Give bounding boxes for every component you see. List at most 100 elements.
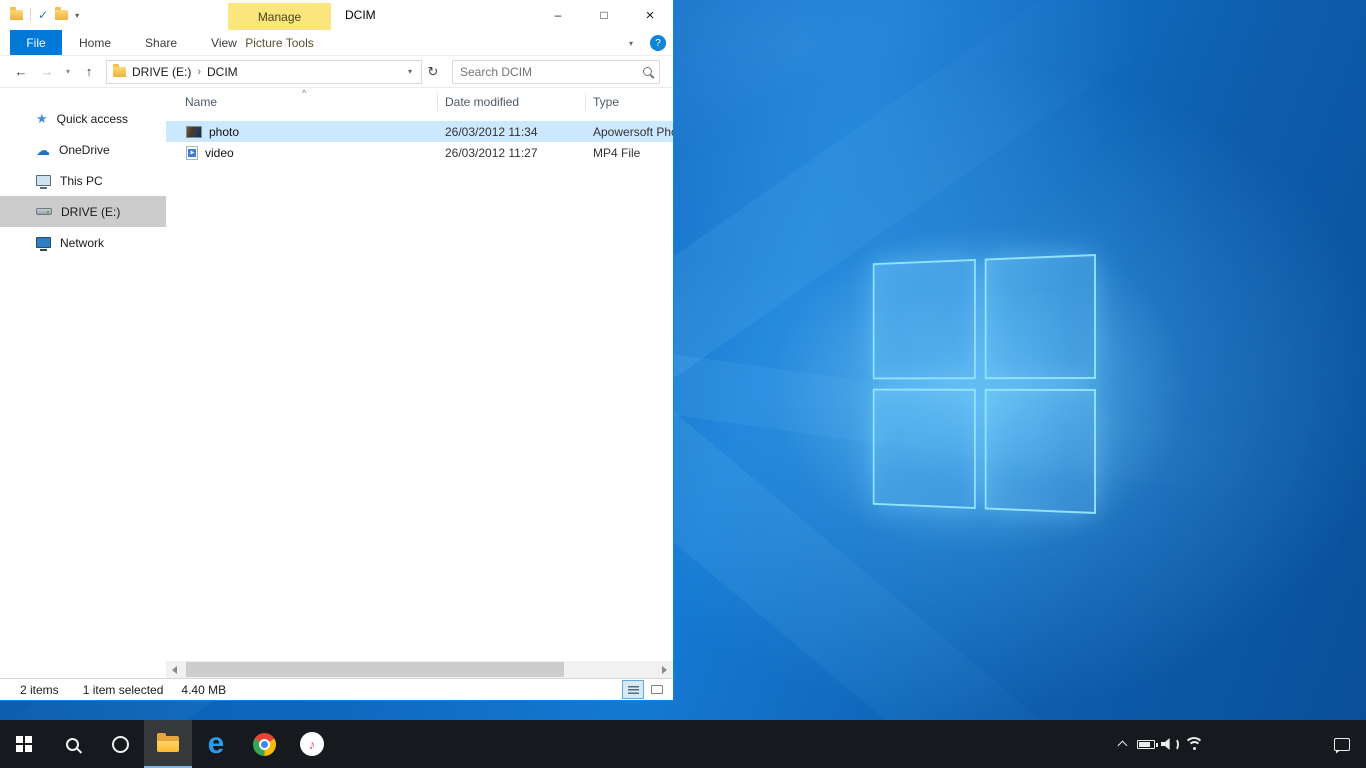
status-bar: 2 items 1 item selected 4.40 MB: [0, 678, 673, 700]
column-header-date-modified[interactable]: Date modified: [437, 95, 585, 109]
pc-icon: [36, 175, 51, 186]
video-file-icon: [186, 146, 198, 160]
date-cell: 26/03/2012 11:27: [437, 146, 585, 160]
star-icon: ★: [36, 112, 48, 125]
window-controls: – □ ×: [535, 0, 673, 30]
column-divider[interactable]: [437, 93, 438, 111]
scrollbar-spacer: [0, 661, 166, 678]
properties-icon[interactable]: ✓: [38, 9, 48, 21]
search-box: [452, 60, 660, 84]
qat-divider: [30, 8, 31, 22]
taskbar-search-button[interactable]: [48, 720, 96, 768]
tab-share[interactable]: Share: [128, 30, 194, 55]
manage-contextual-group[interactable]: Manage: [228, 3, 331, 30]
address-folder-icon: [113, 67, 126, 77]
details-view-icon: [628, 686, 639, 694]
sidebar-item-this-pc[interactable]: This PC: [0, 165, 166, 196]
start-button[interactable]: [0, 720, 48, 768]
sidebar-item-label: This PC: [60, 174, 103, 188]
selection-count: 1 item selected: [83, 683, 164, 697]
scroll-right-button[interactable]: [656, 661, 673, 678]
details-view-button[interactable]: [623, 681, 643, 698]
breadcrumb-dcim[interactable]: DCIM: [201, 65, 244, 79]
scroll-left-button[interactable]: [166, 661, 183, 678]
new-folder-icon[interactable]: [55, 10, 68, 20]
chrome-icon: [253, 733, 276, 756]
windows-logo: [873, 254, 1096, 514]
edge-button[interactable]: e: [192, 720, 240, 768]
ribbon-collapse-icon[interactable]: ▾: [621, 30, 641, 56]
file-name: video: [205, 146, 234, 160]
address-dropdown-icon[interactable]: ▾: [401, 67, 419, 76]
recent-locations-icon[interactable]: ▾: [60, 59, 76, 85]
sidebar-item-network[interactable]: Network: [0, 227, 166, 258]
file-explorer-button[interactable]: [144, 720, 192, 768]
file-row-photo[interactable]: photo 26/03/2012 11:34 Apowersoft Pho: [166, 121, 673, 142]
date-cell: 26/03/2012 11:34: [437, 125, 585, 139]
tray-spacer: [1206, 720, 1318, 768]
minimize-button[interactable]: –: [535, 0, 581, 30]
cortana-button[interactable]: [96, 720, 144, 768]
name-cell: video: [166, 146, 437, 160]
action-center-button[interactable]: [1318, 720, 1366, 768]
battery-icon: [1137, 740, 1155, 749]
sidebar-item-label: OneDrive: [59, 143, 110, 157]
photo-file-icon: [186, 126, 202, 138]
tray-expand-button[interactable]: [1110, 720, 1134, 768]
sidebar-item-quick-access[interactable]: ★ Quick access: [0, 103, 166, 134]
cortana-icon: [112, 736, 129, 753]
sidebar-item-onedrive[interactable]: ☁ OneDrive: [0, 134, 166, 165]
main-area: ★ Quick access ☁ OneDrive This PC DRIVE …: [0, 88, 673, 661]
network-button[interactable]: [1182, 720, 1206, 768]
itunes-button[interactable]: ♪: [288, 720, 336, 768]
tab-file[interactable]: File: [10, 30, 62, 55]
file-rows: photo 26/03/2012 11:34 Apowersoft Pho vi…: [166, 121, 673, 163]
ribbon-tab-row: File Home Share View Picture Tools ▾ ?: [0, 30, 673, 56]
back-button[interactable]: ←: [8, 59, 34, 85]
wifi-icon: [1184, 737, 1204, 751]
help-button[interactable]: ?: [650, 35, 666, 51]
logo-pane: [873, 389, 976, 509]
file-list-area: ^ Name Date modified Type photo 26/03/20…: [166, 88, 673, 661]
file-explorer-icon: [157, 736, 179, 752]
title-bar: ✓ ▾ Manage DCIM – □ ×: [0, 0, 673, 30]
edge-icon: e: [208, 729, 225, 759]
large-icons-view-button[interactable]: [647, 681, 667, 698]
scrollbar-thumb[interactable]: [186, 662, 564, 677]
maximize-button[interactable]: □: [581, 0, 627, 30]
chrome-button[interactable]: [240, 720, 288, 768]
breadcrumb-drive[interactable]: DRIVE (E:): [126, 65, 197, 79]
window-folder-icon[interactable]: [10, 10, 23, 20]
qat-customize-icon[interactable]: ▾: [75, 11, 79, 20]
column-header-type[interactable]: Type: [585, 95, 673, 109]
sidebar-item-label: Quick access: [57, 112, 128, 126]
navigation-pane: ★ Quick access ☁ OneDrive This PC DRIVE …: [0, 88, 166, 661]
column-divider[interactable]: [585, 93, 586, 111]
close-button[interactable]: ×: [627, 0, 673, 30]
large-icons-view-icon: [651, 685, 663, 694]
sidebar-item-drive-e[interactable]: DRIVE (E:): [0, 196, 166, 227]
horizontal-scrollbar[interactable]: [166, 661, 673, 678]
search-icon: [66, 738, 79, 751]
file-name: photo: [209, 125, 239, 139]
quick-access-toolbar: ✓ ▾: [10, 0, 79, 30]
type-cell: Apowersoft Pho: [585, 125, 673, 139]
refresh-button[interactable]: ↻: [422, 60, 444, 84]
up-button[interactable]: ↑: [76, 59, 102, 85]
network-icon: [36, 237, 51, 248]
tab-home[interactable]: Home: [62, 30, 128, 55]
search-icon[interactable]: [643, 67, 652, 76]
system-tray: [1110, 720, 1366, 768]
search-input[interactable]: [460, 65, 643, 79]
file-row-video[interactable]: video 26/03/2012 11:27 MP4 File: [166, 142, 673, 163]
forward-button[interactable]: →: [34, 59, 60, 85]
tab-picture-tools[interactable]: Picture Tools: [228, 30, 331, 56]
view-toggles: [623, 681, 667, 698]
address-bar[interactable]: DRIVE (E:) › DCIM ▾: [106, 60, 422, 84]
taskbar: e ♪: [0, 720, 1366, 768]
sidebar-item-label: DRIVE (E:): [61, 205, 120, 219]
battery-button[interactable]: [1134, 720, 1158, 768]
selection-size: 4.40 MB: [181, 683, 226, 697]
action-center-icon: [1334, 738, 1350, 751]
volume-button[interactable]: [1158, 720, 1182, 768]
